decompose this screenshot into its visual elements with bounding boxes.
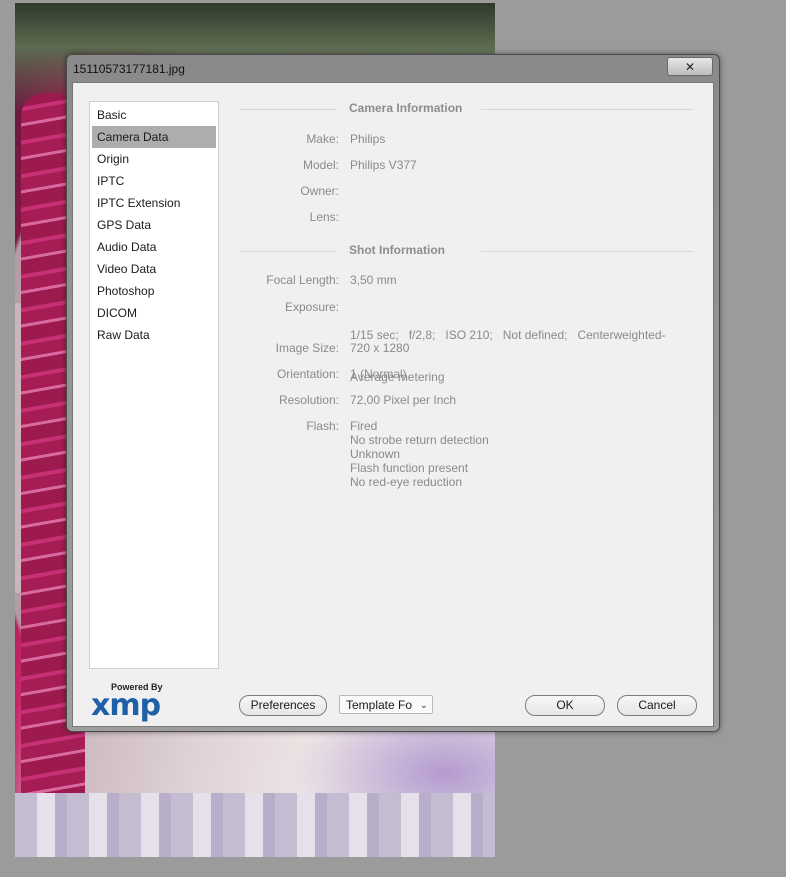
divider <box>239 251 337 252</box>
flash-line: Unknown <box>350 447 401 461</box>
image-size-label: Image Size: <box>275 341 339 355</box>
template-select-value: Template Fo <box>346 698 413 712</box>
owner-label: Owner: <box>300 184 339 198</box>
resolution-value: 72,00 Pixel per Inch <box>350 393 457 407</box>
flash-line: Flash function present <box>350 461 469 475</box>
title-bar[interactable]: 15110573177181.jpg ✕ <box>67 55 719 81</box>
chevron-down-icon: ⌄ <box>419 700 428 711</box>
category-item-basic[interactable]: Basic <box>92 104 216 126</box>
category-item-audio-data[interactable]: Audio Data <box>92 236 216 258</box>
logo-xmp: xmp <box>91 688 161 723</box>
divider <box>239 109 337 110</box>
category-item-raw-data[interactable]: Raw Data <box>92 324 216 346</box>
focal-length-label: Focal Length: <box>266 273 339 287</box>
shot-info-heading: Shot Information <box>349 243 445 257</box>
model-label: Model: <box>302 158 339 172</box>
category-item-dicom[interactable]: DICOM <box>92 302 216 324</box>
dialog-client-area: Basic Camera Data Origin IPTC IPTC Exten… <box>72 82 714 727</box>
focal-length-value: 3,50 mm <box>350 273 397 287</box>
window-title: 15110573177181.jpg <box>73 62 185 76</box>
image-size-value: 720 x 1280 <box>350 341 410 355</box>
flash-line: Fired <box>350 419 378 433</box>
close-button[interactable]: ✕ <box>667 57 713 76</box>
template-folder-select[interactable]: Template Fo ⌄ <box>339 695 433 714</box>
exposure-label: Exposure: <box>284 300 339 314</box>
ok-button[interactable]: OK <box>525 695 605 716</box>
camera-info-header: Camera Information <box>239 101 693 116</box>
flash-label: Flash: <box>306 419 339 433</box>
photo-bottom-fabric <box>15 793 495 857</box>
flash-line: No strobe return detection <box>350 433 489 447</box>
lens-label: Lens: <box>309 210 339 224</box>
flash-line: No red-eye reduction <box>350 475 463 489</box>
category-item-video-data[interactable]: Video Data <box>92 258 216 280</box>
divider <box>481 109 693 110</box>
cancel-button[interactable]: Cancel <box>617 695 697 716</box>
model-value: Philips V377 <box>350 158 417 172</box>
category-list: Basic Camera Data Origin IPTC IPTC Exten… <box>89 101 219 669</box>
category-item-photoshop[interactable]: Photoshop <box>92 280 216 302</box>
xmp-logo: Powered By xmp <box>89 682 169 723</box>
category-item-origin[interactable]: Origin <box>92 148 216 170</box>
close-icon: ✕ <box>684 59 696 74</box>
category-item-camera-data[interactable]: Camera Data <box>92 126 216 148</box>
make-value: Philips <box>350 132 386 146</box>
camera-info-heading: Camera Information <box>349 101 463 115</box>
preferences-button[interactable]: Preferences <box>239 695 327 716</box>
resolution-label: Resolution: <box>278 393 339 407</box>
category-item-iptc-extension[interactable]: IPTC Extension <box>92 192 216 214</box>
orientation-label: Orientation: <box>276 367 339 381</box>
make-label: Make: <box>306 132 339 146</box>
shot-info-header: Shot Information <box>239 243 693 258</box>
file-info-dialog: 15110573177181.jpg ✕ Basic Camera Data O… <box>66 54 720 732</box>
flash-value: Fired No strobe return detection Unknown… <box>350 419 489 489</box>
divider <box>481 251 693 252</box>
orientation-value: 1 (Normal) <box>350 367 407 381</box>
category-item-gps-data[interactable]: GPS Data <box>92 214 216 236</box>
exposure-line-1: 1/15 sec; f/2,8; ISO 210; Not defined; C… <box>350 328 666 342</box>
category-item-iptc[interactable]: IPTC <box>92 170 216 192</box>
